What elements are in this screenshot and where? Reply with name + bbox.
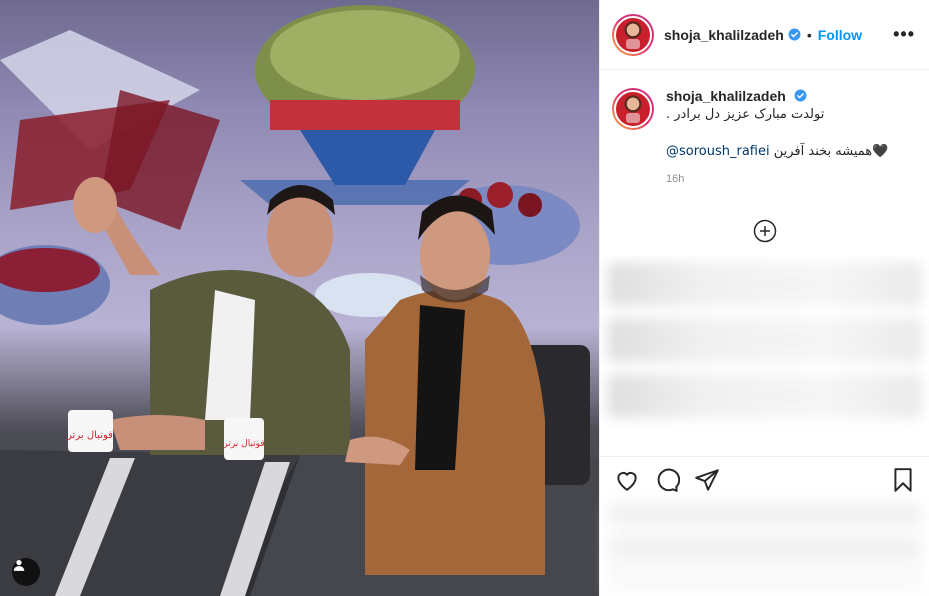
list-item (608, 262, 922, 306)
verified-badge-icon (788, 28, 801, 41)
send-icon[interactable] (694, 467, 720, 493)
user-tag-icon (13, 560, 25, 571)
more-options-button[interactable]: ••• (893, 24, 915, 45)
mention-link[interactable]: @soroush_rafiei (666, 144, 770, 159)
caption-text: تولدت مبارک عزیز دل برادر . (666, 107, 825, 122)
caption-username[interactable]: shoja_khalilzadeh (666, 88, 786, 104)
verified-badge-icon (794, 89, 807, 102)
caption-line-2: @soroush_rafiei همیشه بخند آفرین🖤 (666, 144, 915, 159)
avatar[interactable] (612, 13, 654, 56)
post-side-panel: shoja_khalilzadeh • Follow ••• shoja_kha… (599, 0, 929, 596)
header-username[interactable]: shoja_khalilzadeh (664, 27, 784, 43)
mug-label: فوتبال برتر (66, 430, 113, 441)
tagged-users-button[interactable] (12, 558, 40, 586)
post-photo[interactable]: فوتبال برتر فوتبال برتر (0, 0, 599, 596)
plus-circle-icon[interactable] (753, 219, 777, 243)
post-header: shoja_khalilzadeh • Follow ••• (600, 0, 929, 70)
action-bar (600, 456, 929, 502)
likes-and-comment-box (608, 504, 922, 592)
bookmark-icon[interactable] (890, 467, 916, 493)
mug-label-2: فوتبال برتر (222, 439, 264, 449)
separator-dot: • (806, 26, 812, 43)
photo-scene: فوتبال برتر فوتبال برتر (0, 5, 599, 596)
caption-line-2-text: همیشه بخند آفرین🖤 (773, 144, 889, 159)
comments-list (600, 256, 929, 456)
list-item (608, 318, 922, 362)
comment-icon[interactable] (654, 467, 680, 493)
heart-icon[interactable] (614, 467, 640, 493)
list-item (608, 374, 922, 418)
caption-avatar[interactable] (612, 88, 654, 130)
follow-button[interactable]: Follow (818, 27, 862, 43)
timestamp[interactable]: 16h (666, 173, 915, 185)
